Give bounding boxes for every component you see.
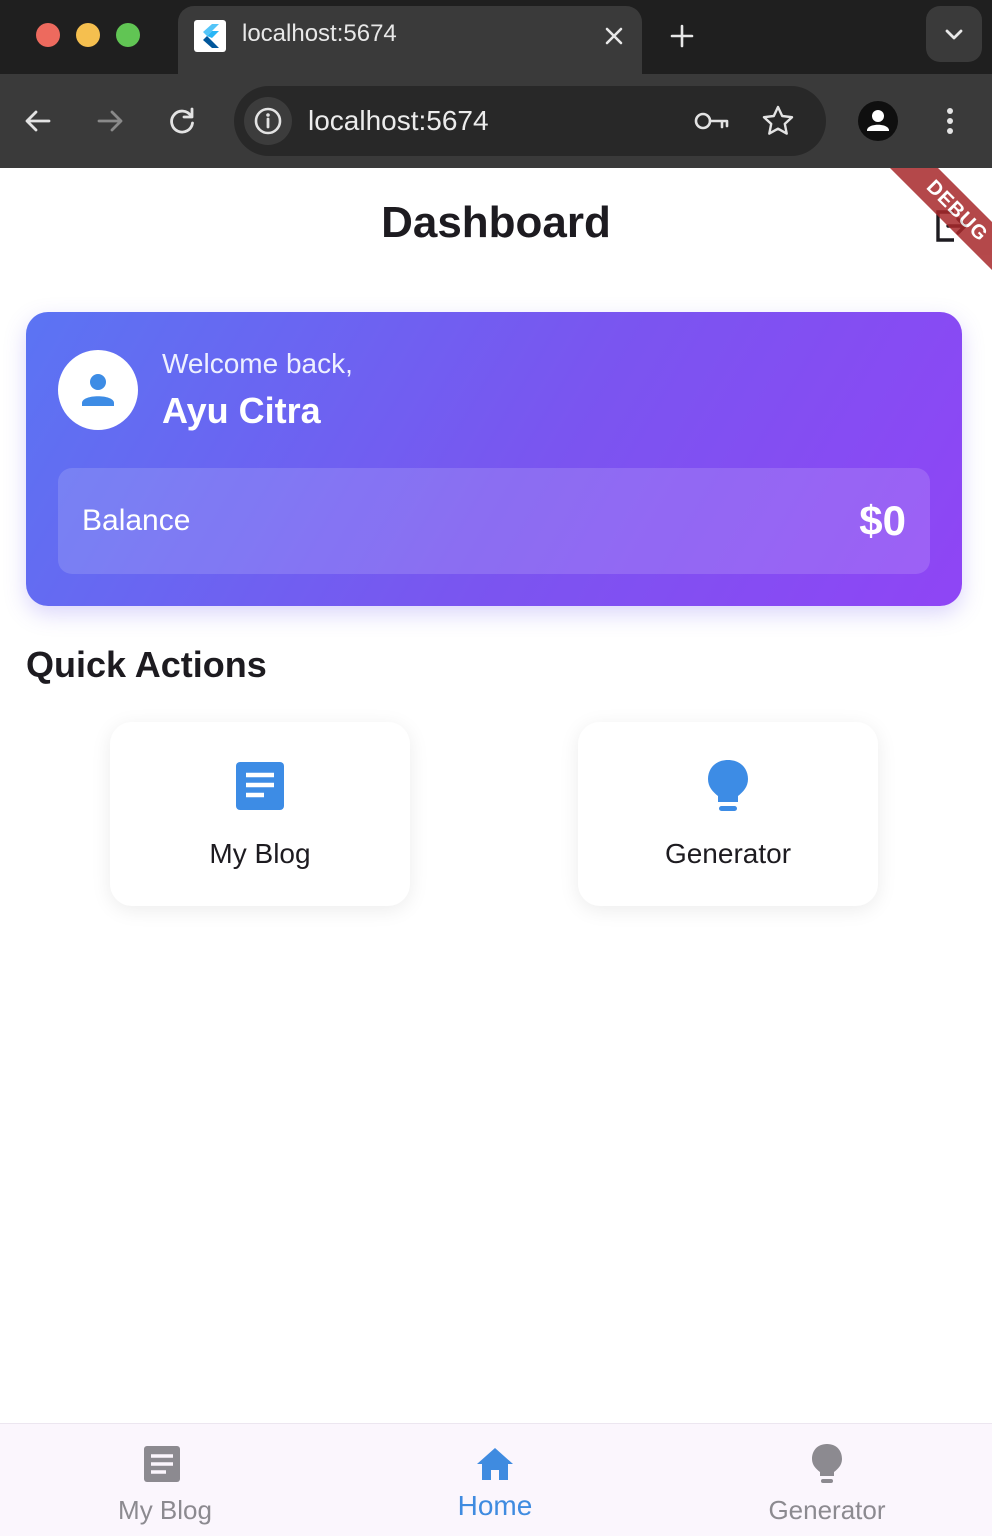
- plus-icon[interactable]: [664, 18, 700, 54]
- arrow-right-icon[interactable]: [90, 101, 130, 141]
- browser-tab-bar: localhost:5674: [0, 0, 992, 74]
- info-icon[interactable]: [244, 97, 292, 145]
- person-icon: [82, 374, 114, 406]
- url-text[interactable]: localhost:5674: [308, 105, 489, 137]
- welcome-text: Welcome back,: [162, 348, 353, 379]
- avatar: [58, 350, 138, 430]
- tab-title: localhost:5674: [242, 20, 397, 47]
- window-maximize-button[interactable]: [116, 23, 140, 47]
- browser-toolbar: localhost:5674: [0, 74, 992, 168]
- nav-item-home[interactable]: Home: [330, 1424, 660, 1536]
- bottom-navigation-bar: My Blog Home Generator: [0, 1423, 992, 1536]
- lightbulb-icon: [807, 1442, 847, 1486]
- more-vert-icon[interactable]: [930, 101, 970, 141]
- quick-action-generator[interactable]: Generator: [578, 722, 878, 906]
- lightbulb-icon: [702, 756, 754, 816]
- quick-action-my-blog[interactable]: My Blog: [110, 722, 410, 906]
- quick-action-label: Generator: [664, 838, 792, 869]
- balance-label: Balance: [82, 504, 191, 537]
- nav-label: Generator: [768, 1495, 886, 1525]
- article-icon: [142, 1442, 182, 1486]
- quick-actions-title: Quick Actions: [26, 644, 267, 685]
- home-icon: [475, 1442, 515, 1486]
- user-name: Ayu Citra: [162, 390, 321, 431]
- chevron-down-icon: [945, 29, 963, 40]
- app-viewport: Dashboard DEBUG Welcome back, Ayu Citra …: [0, 168, 992, 1536]
- close-icon[interactable]: [598, 20, 630, 52]
- nav-label: Home: [457, 1490, 533, 1521]
- quick-action-label: My Blog: [209, 838, 311, 869]
- balance-value: $0: [859, 497, 906, 544]
- star-icon[interactable]: [758, 101, 798, 141]
- welcome-card: Welcome back, Ayu Citra Balance $0: [26, 312, 962, 606]
- page-title: Dashboard: [381, 198, 611, 247]
- address-bar[interactable]: localhost:5674: [234, 86, 826, 156]
- nav-item-my-blog[interactable]: My Blog: [0, 1424, 330, 1536]
- reload-icon[interactable]: [162, 101, 202, 141]
- profile-icon[interactable]: [856, 99, 900, 143]
- flutter-logo-icon: [194, 20, 226, 52]
- browser-tab[interactable]: localhost:5674: [178, 6, 642, 74]
- tab-menu-button[interactable]: [926, 6, 982, 62]
- nav-label: My Blog: [118, 1495, 212, 1525]
- balance-panel: Balance $0: [58, 468, 930, 574]
- article-icon: [234, 756, 286, 816]
- nav-item-generator[interactable]: Generator: [662, 1424, 992, 1536]
- window-close-button[interactable]: [36, 23, 60, 47]
- arrow-left-icon[interactable]: [18, 101, 58, 141]
- key-icon[interactable]: [692, 103, 732, 139]
- window-minimize-button[interactable]: [76, 23, 100, 47]
